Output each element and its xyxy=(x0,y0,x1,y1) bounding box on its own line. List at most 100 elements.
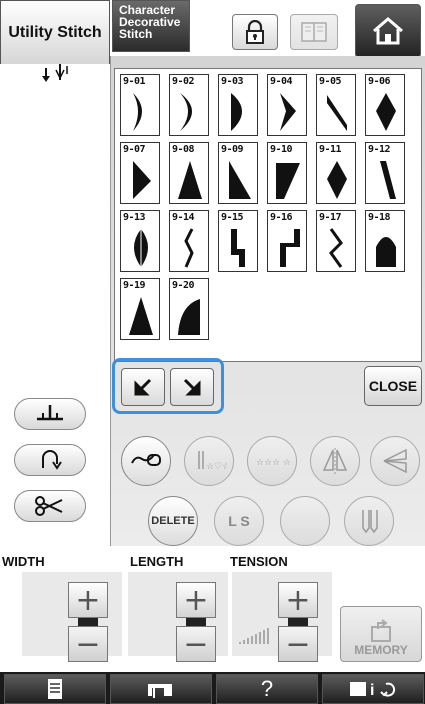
tab-character-label-3: Stitch xyxy=(119,27,153,41)
stitch-cell[interactable]: 9-02 xyxy=(169,74,209,136)
stitch-pattern-icon xyxy=(180,93,192,131)
home-button[interactable] xyxy=(355,4,421,58)
twin-needle-button[interactable] xyxy=(344,496,394,546)
ls-button[interactable]: L S xyxy=(214,496,264,546)
delete-button[interactable]: DELETE xyxy=(148,496,198,546)
svg-text:i: i xyxy=(370,682,374,699)
width-decrease-button[interactable]: − xyxy=(68,626,108,662)
close-button[interactable]: CLOSE xyxy=(364,366,422,406)
memory-label: MEMORY xyxy=(354,643,408,657)
stitch-pattern-icon xyxy=(134,229,148,267)
stitch-pattern-icon xyxy=(231,93,242,131)
stitch-pattern-icon xyxy=(380,161,396,199)
stitch-pattern-icon xyxy=(133,93,142,131)
stitch-cell[interactable]: 9-14 xyxy=(169,210,209,272)
stitch-pattern-icon xyxy=(280,93,296,131)
memory-button[interactable]: MEMORY xyxy=(340,606,422,662)
tension-label: TENSION xyxy=(230,554,288,569)
stitch-number: 9-16 xyxy=(270,212,293,223)
manual-button[interactable] xyxy=(290,14,338,50)
stitch-number: 9-03 xyxy=(221,76,244,87)
stitch-cell[interactable]: 9-17 xyxy=(316,210,356,272)
mirror-horizontal-button[interactable] xyxy=(370,436,420,486)
next-page-button[interactable] xyxy=(170,368,214,406)
width-link xyxy=(78,618,98,626)
sewing-machine-icon xyxy=(148,684,172,698)
stitch-number: 9-05 xyxy=(319,76,342,87)
tension-decrease-button[interactable]: − xyxy=(278,626,318,662)
tab-utility-stitch-label: Utility Stitch xyxy=(8,23,102,41)
stitch-cell[interactable]: 9-20 xyxy=(169,278,209,340)
stitch-number: 9-08 xyxy=(172,144,195,155)
length-link xyxy=(186,618,206,626)
stitch-pattern-icon xyxy=(327,95,347,131)
length-decrease-button[interactable]: − xyxy=(176,626,216,662)
needle-mode-button[interactable] xyxy=(14,398,86,430)
tab-utility-stitch[interactable]: Utility Stitch xyxy=(0,0,110,64)
width-increase-button[interactable]: + xyxy=(68,582,108,618)
stitch-number: 9-20 xyxy=(172,280,195,291)
stitch-number: 9-15 xyxy=(221,212,244,223)
stitch-number: 9-11 xyxy=(319,144,342,155)
stitch-cell[interactable]: 9-18 xyxy=(365,210,405,272)
stitch-pattern-icon xyxy=(184,228,194,268)
blank-button[interactable] xyxy=(280,496,330,546)
stitch-number: 9-09 xyxy=(221,144,244,155)
stitch-cell[interactable]: 9-09 xyxy=(218,142,258,204)
stitch-number: 9-13 xyxy=(123,212,146,223)
stitch-density-button[interactable]: ☆☆☆ ☆ xyxy=(247,436,297,486)
stitch-pattern-icon xyxy=(276,163,300,199)
info-button[interactable]: i xyxy=(322,674,424,704)
reverse-stitch-button[interactable] xyxy=(14,444,86,476)
settings-list-button[interactable] xyxy=(4,674,106,704)
mirror-horizontal-icon xyxy=(383,448,407,474)
stitch-pattern-icon xyxy=(178,299,200,335)
stitch-cell[interactable]: 9-15 xyxy=(218,210,258,272)
prev-page-button[interactable] xyxy=(121,368,165,406)
width-label: WIDTH xyxy=(2,554,45,569)
stitch-pattern-icon xyxy=(280,229,300,267)
stitch-number: 9-14 xyxy=(172,212,195,223)
stitch-cell[interactable]: 9-12 xyxy=(365,142,405,204)
stitch-number: 9-07 xyxy=(123,144,146,155)
stitch-cell[interactable]: 9-04 xyxy=(267,74,307,136)
stitch-cell[interactable]: 9-06 xyxy=(365,74,405,136)
stitch-cell[interactable]: 9-03 xyxy=(218,74,258,136)
tension-increase-button[interactable]: + xyxy=(278,582,318,618)
lock-button[interactable] xyxy=(232,14,278,50)
thread-cut-button[interactable] xyxy=(14,490,86,522)
stitch-cell[interactable]: 9-19 xyxy=(120,278,160,340)
sewing-machine-button[interactable] xyxy=(110,674,212,704)
stitch-number: 9-12 xyxy=(368,144,391,155)
stitch-cell[interactable]: 9-07 xyxy=(120,142,160,204)
stitch-cell[interactable]: 9-16 xyxy=(267,210,307,272)
stitch-pattern-icon xyxy=(329,228,343,268)
help-button[interactable]: ? xyxy=(216,674,318,704)
elongation-button[interactable]: ☆♡☆ xyxy=(184,436,234,486)
stitch-cell[interactable]: 9-08 xyxy=(169,142,209,204)
stitch-number: 9-10 xyxy=(270,144,293,155)
stitch-pattern-icon xyxy=(231,229,245,267)
twin-needle-icon xyxy=(362,510,378,534)
stitch-cell[interactable]: 9-11 xyxy=(316,142,356,204)
stitch-cell[interactable]: 9-10 xyxy=(267,142,307,204)
length-increase-button[interactable]: + xyxy=(176,582,216,618)
tab-character-decorative-stitch[interactable]: Character Decorative Stitch xyxy=(112,0,190,52)
stitch-number: 9-01 xyxy=(123,76,146,87)
stitch-pattern-icon xyxy=(133,161,151,199)
stitch-pattern-icon xyxy=(376,93,396,131)
stitch-number: 9-17 xyxy=(319,212,342,223)
stitch-pattern-icon xyxy=(229,161,251,199)
memory-icon xyxy=(371,619,391,642)
delete-label: DELETE xyxy=(151,515,195,527)
mirror-vertical-button[interactable] xyxy=(310,436,360,486)
single-repeat-button[interactable] xyxy=(121,436,171,486)
stitch-pattern-icon xyxy=(129,297,153,335)
svg-text:☆☆☆ ☆: ☆☆☆ ☆ xyxy=(256,457,290,467)
stitch-cell[interactable]: 9-05 xyxy=(316,74,356,136)
tension-level-icon xyxy=(239,628,269,644)
stitch-cell[interactable]: 9-13 xyxy=(120,210,160,272)
book-icon xyxy=(301,22,327,42)
stitch-pattern-icon xyxy=(376,237,396,267)
stitch-cell[interactable]: 9-01 xyxy=(120,74,160,136)
